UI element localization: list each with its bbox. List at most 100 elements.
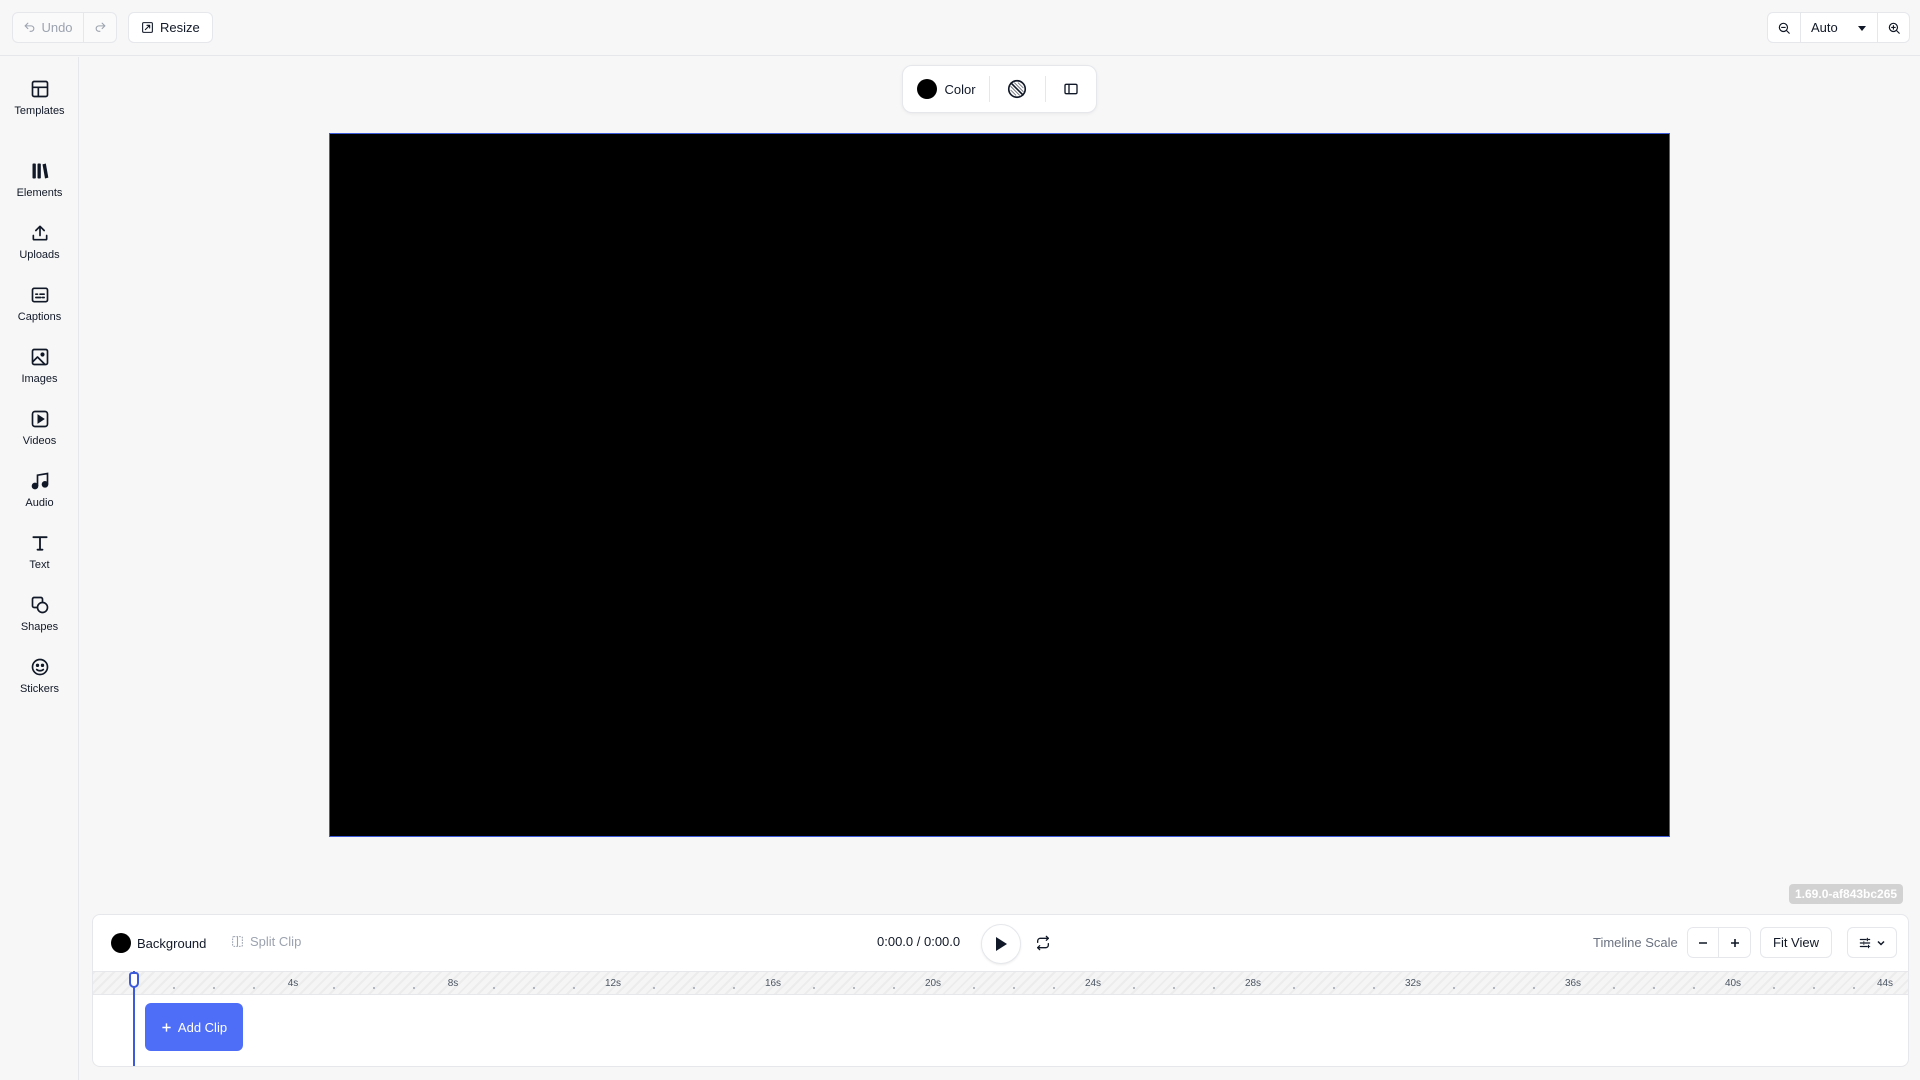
text-icon [30,533,50,553]
ruler-minor-tick [693,987,695,989]
upload-icon [30,223,50,243]
timeline-scale-label: Timeline Scale [1593,935,1678,950]
captions-icon [30,285,50,305]
sidebar-item-text[interactable]: Text [0,525,79,579]
zoom-in-icon [1887,21,1901,35]
sidebar-item-stickers[interactable]: Stickers [0,649,79,703]
zoom-control: Auto [1767,12,1910,43]
ruler-tick-label: 40s [1724,978,1742,989]
canvas-toolbar: Color [902,65,1097,113]
sidebar-label: Shapes [20,621,59,633]
sidebar-item-shapes[interactable]: Shapes [0,587,79,641]
background-color-button[interactable]: Color [903,66,989,112]
sidebar-item-images[interactable]: Images [0,339,79,393]
background-track-button[interactable]: Background [111,933,206,953]
ruler-minor-tick [333,987,335,989]
ruler-tick-label: 28s [1244,978,1262,989]
ruler-minor-tick [1533,987,1535,989]
scale-decrease-button[interactable] [1687,927,1719,958]
ruler-minor-tick [1053,987,1055,989]
scale-increase-button[interactable] [1719,927,1751,958]
ruler-minor-tick [813,987,815,989]
timeline-controls: Background Split Clip 0:00.0 / 0:00.0 Ti… [93,915,1908,971]
play-button[interactable] [981,924,1021,964]
split-clip-button[interactable]: Split Clip [231,934,301,949]
time-display: 0:00.0 / 0:00.0 [877,934,961,949]
sidebar-item-videos[interactable]: Videos [0,401,79,455]
zoom-out-button[interactable] [1768,13,1800,42]
ruler-minor-tick [1853,987,1855,989]
video-canvas[interactable] [329,133,1670,837]
ruler-minor-tick [1333,987,1335,989]
zoom-in-button[interactable] [1877,13,1909,42]
ruler-minor-tick [1293,987,1295,989]
ruler-minor-tick [493,987,495,989]
shapes-icon [30,595,50,615]
no-fill-button[interactable] [990,66,1044,112]
redo-icon [94,21,107,34]
ruler-minor-tick [853,987,855,989]
resize-icon [141,21,154,34]
timeline-ruler[interactable]: 4s 8s 12s 16s 20s 24s 28s 32s 36s 40s 44s [93,971,1908,995]
fit-view-button[interactable]: Fit View [1760,927,1832,958]
ruler-tick-label: 20s [924,978,942,989]
sidebar-label: Stickers [19,683,60,695]
no-fill-icon [1006,78,1028,100]
ruler-minor-tick [1613,987,1615,989]
sidebar-item-templates[interactable]: Templates [0,71,79,125]
redo-button[interactable] [83,13,116,42]
sidebar-item-elements[interactable]: Elements [0,153,79,207]
ruler-minor-tick [1693,987,1695,989]
ruler-tick-label: 16s [764,978,782,989]
panel-toggle-button[interactable] [1046,66,1096,112]
add-clip-label: Add Clip [177,1019,228,1035]
timeline-scale-controls [1687,927,1751,958]
sidebar-label: Videos [22,435,57,447]
background-swatch [111,933,131,953]
panel-icon [1063,81,1079,97]
version-badge: 1.69.0-af843bc265 [1789,884,1904,904]
zoom-select[interactable]: Auto [1800,13,1877,42]
elements-icon [30,161,50,181]
playhead-handle[interactable] [129,972,139,988]
ruler-minor-tick [253,987,255,989]
sidebar-item-captions[interactable]: Captions [0,277,79,331]
ruler-tick-label: 12s [604,978,622,989]
ruler-minor-tick [173,987,175,989]
timeline-settings-button[interactable] [1847,927,1897,958]
image-icon [30,347,50,367]
ruler-minor-tick [413,987,415,989]
sliders-icon [1858,936,1872,950]
resize-label: Resize [160,20,200,35]
ruler-tick-label: 24s [1084,978,1102,989]
ruler-minor-tick [1813,987,1815,989]
ruler-tick-label: 36s [1564,978,1582,989]
sidebar-label: Audio [25,497,54,509]
sidebar-item-audio[interactable]: Audio [0,463,79,517]
left-sidebar: Templates Elements Uploads Captions Imag… [0,57,79,1080]
ruler-minor-tick [733,987,735,989]
undo-button[interactable]: Undo [13,13,83,42]
loop-icon [1035,935,1051,951]
ruler-minor-tick [573,987,575,989]
minus-icon [1697,937,1709,949]
color-label: Color [944,81,976,97]
ruler-tick-label: 32s [1404,978,1422,989]
sidebar-label: Captions [17,311,62,323]
split-label: Split Clip [250,934,302,949]
zoom-out-icon [1777,21,1791,35]
sidebar-label: Images [21,373,58,385]
templates-icon [30,79,50,99]
music-icon [30,471,50,491]
top-toolbar: Undo Resize Auto [0,0,1920,56]
sidebar-item-uploads[interactable]: Uploads [0,215,79,269]
loop-button[interactable] [1035,935,1051,951]
sidebar-label: Text [29,559,50,571]
add-clip-button[interactable]: Add Clip [145,1003,243,1051]
background-label: Background [137,935,207,951]
ruler-minor-tick [653,987,655,989]
caret-down-icon [1857,23,1867,33]
resize-button[interactable]: Resize [128,12,213,43]
ruler-minor-tick [1773,987,1775,989]
video-icon [30,409,50,429]
